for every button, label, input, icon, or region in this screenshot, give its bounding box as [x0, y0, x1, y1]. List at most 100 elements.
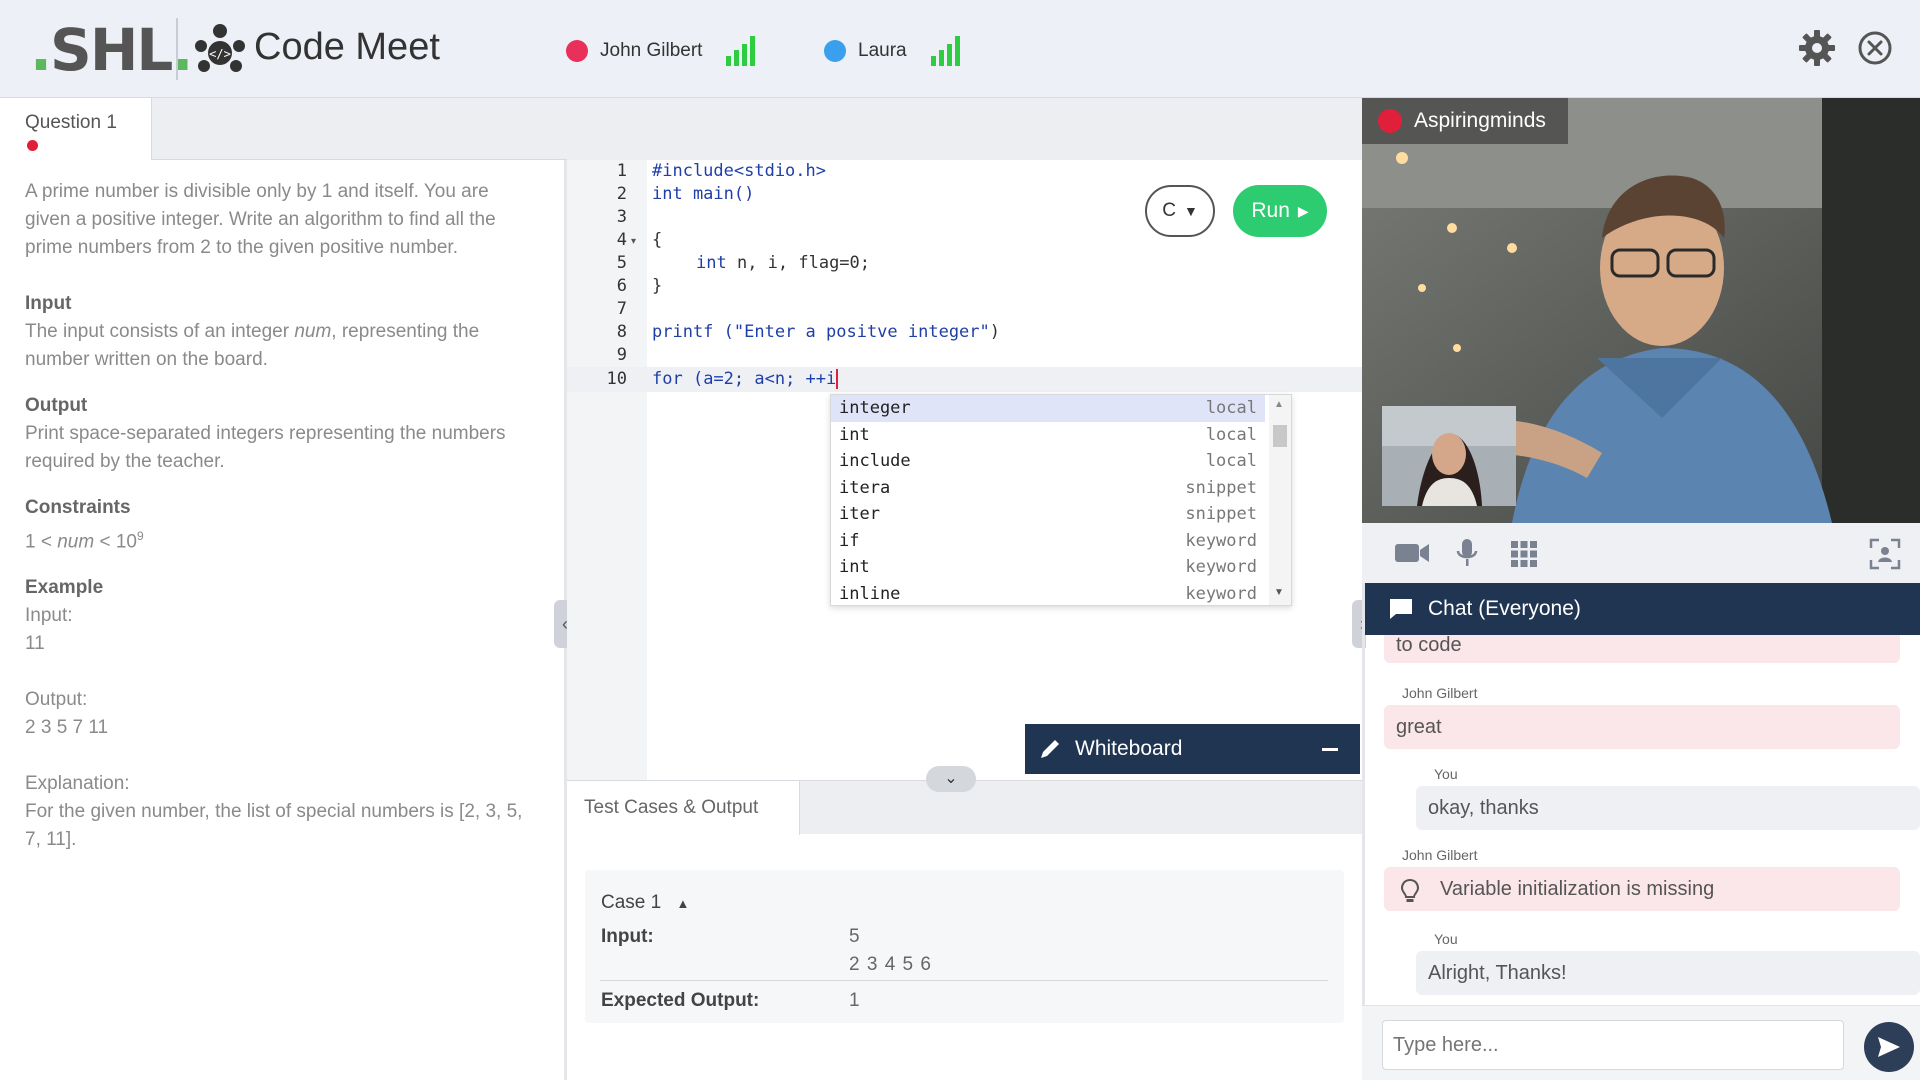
whiteboard-bar[interactable]: Whiteboard — [1025, 724, 1360, 774]
explanation-text: For the given number, the list of specia… — [25, 801, 523, 851]
signal-strength-icon — [930, 36, 960, 66]
participant-john: John Gilbert — [566, 36, 756, 66]
autocomplete-item[interactable]: int keyword — [831, 554, 1265, 581]
send-button[interactable] — [1864, 1022, 1914, 1072]
video-controls-bar — [1362, 523, 1920, 583]
input-section-text: The input consists of an integer num, re… — [25, 321, 480, 370]
minimize-icon[interactable] — [1322, 748, 1338, 751]
scroll-up-icon[interactable]: ▲ — [1274, 399, 1284, 410]
autocomplete-item[interactable]: inline keyword — [831, 581, 1265, 608]
line-number: 8 — [616, 322, 627, 342]
expected-output-value: 1 — [849, 990, 861, 1011]
participant-status-dot — [824, 40, 846, 62]
case-input-value: 2 3 4 5 6 — [849, 954, 932, 975]
code-line: #include<stdio.h> — [652, 161, 826, 181]
split-toggle-button[interactable]: ⌄ — [926, 766, 976, 792]
participant-status-dot — [566, 40, 588, 62]
line-number: 7 — [616, 299, 627, 319]
run-label: Run — [1251, 199, 1290, 222]
autocomplete-item[interactable]: integer local — [831, 395, 1265, 422]
gear-icon[interactable] — [1797, 28, 1837, 68]
grid-apps-icon[interactable] — [1510, 540, 1538, 568]
line-number: 5 — [616, 253, 627, 273]
editor-top-bar — [567, 98, 1362, 160]
constraints-text: 1 < num < 109 — [25, 529, 144, 553]
fullscreen-person-icon[interactable] — [1869, 538, 1901, 570]
input-section-title: Input — [25, 293, 72, 314]
autocomplete-scrollbar[interactable]: ▲ ▼ — [1269, 395, 1291, 605]
whiteboard-label: Whiteboard — [1075, 737, 1183, 760]
chat-sender: John Gilbert — [1402, 685, 1478, 701]
code-line: int main() — [652, 184, 755, 204]
fold-arrow-icon[interactable]: ▾ — [631, 236, 636, 247]
participant-name: Laura — [858, 40, 907, 61]
svg-text:</>: </> — [209, 47, 231, 61]
line-number: 3 — [616, 207, 627, 227]
self-view-video[interactable] — [1382, 406, 1516, 506]
language-value: C — [1162, 200, 1176, 221]
example-output-value: 2 3 5 7 11 — [25, 717, 109, 739]
chat-header: Chat (Everyone) — [1362, 583, 1920, 635]
chat-title: Chat (Everyone) — [1428, 597, 1581, 620]
app-title: Code Meet — [254, 26, 440, 68]
output-section-text: Print space-separated integers represent… — [25, 423, 506, 472]
output-section-title: Output — [25, 395, 88, 416]
lightbulb-icon — [1400, 878, 1420, 902]
autocomplete-popup: integer local int local include local itera… — [830, 394, 1292, 606]
language-select[interactable]: C ▼ — [1145, 185, 1215, 237]
line-number: 1 — [616, 161, 627, 181]
scrollbar-thumb[interactable] — [1273, 425, 1287, 447]
top-header: .SHL. </> Code Meet John Gilbert Laura — [0, 0, 1920, 98]
chat-message: Alright, Thanks! — [1416, 951, 1920, 995]
self-view-feed — [1382, 406, 1516, 506]
chat-input[interactable] — [1382, 1020, 1844, 1070]
microphone-icon[interactable] — [1455, 537, 1479, 569]
scroll-down-icon[interactable]: ▼ — [1274, 587, 1284, 598]
close-circle-icon[interactable] — [1855, 28, 1895, 68]
shl-logo: .SHL. — [30, 16, 193, 84]
chat-message: okay, thanks — [1416, 786, 1920, 830]
chat-message: great — [1384, 705, 1900, 749]
example-title: Example — [25, 577, 104, 599]
pencil-icon — [1041, 740, 1059, 758]
question-description: A prime number is divisible only by 1 an… — [25, 181, 496, 258]
autocomplete-item[interactable]: itera snippet — [831, 475, 1265, 502]
tab-label: Question 1 — [25, 112, 117, 133]
chat-input-area — [1362, 1005, 1920, 1080]
code-line: for (a=2; a<n; ++i — [652, 369, 839, 389]
chevron-down-icon: ▼ — [1183, 203, 1198, 219]
autocomplete-item[interactable]: include local — [831, 448, 1265, 475]
divider — [600, 980, 1328, 981]
code-line: { — [652, 230, 663, 250]
logo-divider — [176, 18, 178, 80]
example-input-label: Input: — [25, 605, 73, 627]
autocomplete-item[interactable]: if keyword — [831, 528, 1265, 555]
run-button[interactable]: Run ▶ — [1233, 185, 1327, 237]
chat-sender: John Gilbert — [1402, 847, 1478, 863]
code-line: printf ("Enter a positve integer") — [652, 322, 1001, 342]
case-input-label: Input: — [601, 926, 654, 947]
tab-question-1[interactable]: Question 1 — [0, 98, 152, 160]
line-number: 10 — [606, 369, 627, 389]
video-camera-icon[interactable] — [1394, 541, 1430, 565]
example-output-label: Output: — [25, 689, 88, 711]
question-body: A prime number is divisible only by 1 an… — [25, 178, 525, 854]
tab-test-cases[interactable]: Test Cases & Output — [567, 781, 800, 835]
chat-messages[interactable]: to code John Gilbert great You okay, tha… — [1366, 635, 1920, 1005]
case-header[interactable]: Case 1 ▲ — [601, 892, 689, 914]
autocomplete-item[interactable]: iter snippet — [831, 501, 1265, 528]
send-arrow-icon — [1878, 1037, 1900, 1057]
signal-strength-icon — [726, 36, 756, 66]
chevron-up-icon: ▲ — [676, 896, 690, 911]
code-meet-icon: </> — [195, 24, 245, 72]
explanation-label: Explanation: — [25, 773, 130, 795]
recording-dot — [1378, 109, 1402, 133]
text-cursor — [836, 369, 839, 389]
case-input-value: 5 — [849, 926, 861, 947]
autocomplete-item[interactable]: int local — [831, 422, 1265, 449]
line-number: 6 — [616, 276, 627, 296]
line-number: 4 — [616, 230, 627, 250]
question-tab-bar: Question 1 — [0, 98, 567, 160]
line-number: 9 — [616, 345, 627, 365]
chat-message: to code — [1384, 635, 1900, 663]
